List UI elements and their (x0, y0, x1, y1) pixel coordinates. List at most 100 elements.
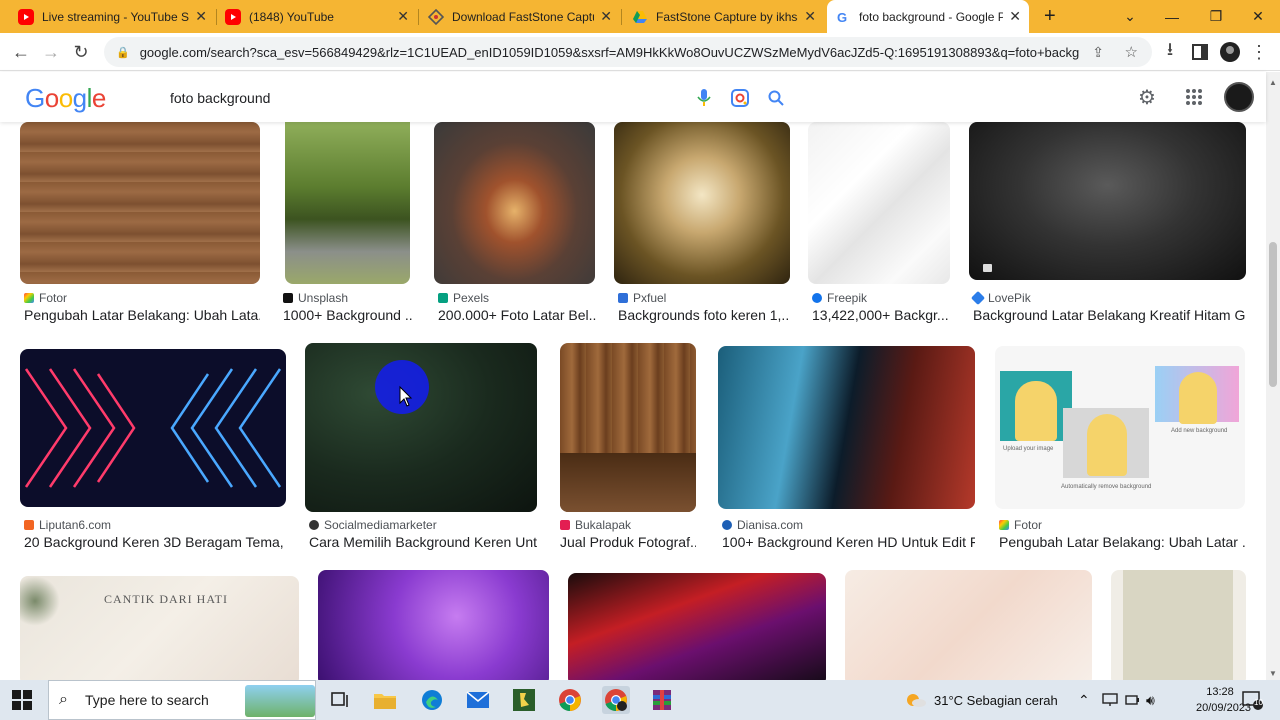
battery-icon[interactable] (1124, 680, 1140, 720)
liputan6-icon (24, 520, 34, 530)
result-caption[interactable]: Cara Memilih Background Keren Unt... (309, 534, 537, 550)
result-source[interactable]: Freepik (827, 291, 867, 305)
close-tab-icon[interactable]: ✕ (397, 8, 409, 25)
tray-chevron-icon[interactable]: ⌃ (1078, 680, 1090, 720)
result-caption[interactable]: Background Latar Belakang Kreatif Hitam … (973, 307, 1246, 323)
result-source[interactable]: Pxfuel (633, 291, 666, 305)
result-thumbnail[interactable] (285, 122, 410, 284)
system-clock[interactable]: 13:28 20/09/2023 (1196, 684, 1251, 716)
result-caption[interactable]: Backgrounds foto keren 1,... (618, 307, 788, 323)
network-icon[interactable] (1102, 680, 1118, 720)
share-icon[interactable]: ⇪ (1092, 44, 1104, 61)
tab-faststone-drive[interactable]: FastStone Capture by ikhsan ✕ (624, 0, 824, 33)
result-caption[interactable]: Jual Produk Fotograf... (560, 534, 696, 550)
google-logo[interactable]: Google (25, 83, 106, 114)
notification-center-icon[interactable]: 10 (1242, 680, 1264, 720)
forward-arrow-icon[interactable]: → (36, 37, 66, 67)
tab-youtube[interactable]: (1848) YouTube ✕ (217, 0, 417, 33)
result-caption[interactable]: 20 Background Keren 3D Beragam Tema, ... (24, 534, 286, 550)
scroll-down-icon[interactable]: ▼ (1269, 669, 1277, 678)
account-avatar[interactable] (1224, 82, 1254, 112)
browser-toolbar: ← → ↻ 🔒 google.com/search?sca_esv=566849… (0, 33, 1280, 71)
tab-strip: Live streaming - YouTube Stu ✕ (1848) Yo… (0, 0, 1280, 33)
volume-icon[interactable]: 🔊︎ (1146, 680, 1155, 720)
result-source[interactable]: LovePik (988, 291, 1031, 305)
result-thumbnail[interactable] (434, 122, 595, 284)
address-bar[interactable]: 🔒 google.com/search?sca_esv=566849429&rl… (104, 37, 1152, 67)
weather-widget[interactable]: 31°C Sebagian cerah (904, 680, 1058, 720)
result-caption[interactable]: 200.000+ Foto Latar Bel... (438, 307, 596, 323)
result-source[interactable]: Fotor (1014, 518, 1042, 532)
tab-search-icon[interactable]: ⌄ (1110, 0, 1150, 33)
microphone-icon[interactable] (690, 84, 718, 112)
result-thumbnail[interactable] (568, 573, 826, 680)
result-thumbnail[interactable] (614, 122, 790, 284)
result-source[interactable]: Socialmediamarketer (324, 518, 437, 532)
tab-download-faststone[interactable]: Download FastStone Capture ✕ (420, 0, 620, 33)
reload-icon[interactable]: ↻ (66, 37, 96, 67)
file-explorer-icon[interactable] (371, 686, 399, 714)
result-thumbnail[interactable]: Upload your image Add new background Aut… (995, 346, 1245, 509)
result-caption[interactable]: Pengubah Latar Belakang: Ubah Latar ... (999, 534, 1245, 550)
result-thumbnail[interactable] (969, 122, 1246, 280)
result-thumbnail[interactable] (318, 570, 549, 680)
result-caption[interactable]: Pengubah Latar Belakang: Ubah Lata... (24, 307, 260, 323)
bookmark-star-icon[interactable]: ☆ (1125, 43, 1138, 61)
side-panel-icon[interactable] (1185, 37, 1215, 67)
windows-start-icon[interactable] (12, 690, 32, 710)
apps-grid-icon[interactable] (1182, 85, 1206, 109)
result-caption[interactable]: 100+ Background Keren HD Untuk Edit F... (722, 534, 975, 550)
result-source[interactable]: Unsplash (298, 291, 348, 305)
download-icon[interactable]: ⭳ (1155, 37, 1185, 67)
result-thumbnail[interactable]: CANTIK DARI HATI (20, 576, 299, 680)
task-view-icon[interactable] (325, 686, 353, 714)
result-caption[interactable]: 1000+ Background ... (283, 307, 413, 323)
taskbar-search[interactable]: ⌕ Type here to search (48, 680, 316, 720)
result-thumbnail[interactable] (560, 343, 696, 512)
close-tab-icon[interactable]: ✕ (195, 8, 207, 25)
back-arrow-icon[interactable]: ← (6, 37, 36, 67)
result-thumbnail[interactable] (808, 122, 950, 284)
search-icon: ⌕ (59, 691, 68, 708)
winrar-icon[interactable] (648, 686, 676, 714)
image-results-grid: Fotor Pengubah Latar Belakang: Ubah Lata… (0, 122, 1266, 680)
search-box[interactable]: foto background (152, 80, 798, 116)
mail-icon[interactable] (464, 686, 492, 714)
edge-browser-icon[interactable] (418, 686, 446, 714)
tab-google-search[interactable]: G foto background - Google Pe ✕ (827, 0, 1029, 33)
menu-kebab-icon[interactable]: ⋮ (1244, 37, 1274, 67)
page-scrollbar[interactable]: ▲ ▼ (1266, 72, 1280, 680)
result-thumbnail[interactable] (20, 122, 260, 284)
settings-gear-icon[interactable]: ⚙ (1135, 85, 1159, 109)
result-thumbnail[interactable] (845, 570, 1092, 680)
chrome-icon[interactable] (556, 686, 584, 714)
result-source[interactable]: Dianisa.com (737, 518, 803, 532)
close-window-button[interactable]: ✕ (1238, 0, 1278, 33)
result-source[interactable]: Liputan6.com (39, 518, 111, 532)
result-source[interactable]: Pexels (453, 291, 489, 305)
drive-icon (632, 9, 648, 25)
restore-button[interactable]: ❐ (1196, 0, 1236, 33)
result-thumbnail[interactable] (1111, 570, 1246, 680)
scroll-thumb[interactable] (1269, 242, 1277, 387)
new-tab-button[interactable]: + (1036, 0, 1064, 33)
close-tab-icon[interactable]: ✕ (600, 8, 612, 25)
url-text[interactable]: google.com/search?sca_esv=566849429&rlz=… (140, 45, 1080, 60)
result-thumbnail[interactable] (718, 346, 975, 509)
dianisa-icon (722, 520, 732, 530)
tab-live-streaming[interactable]: Live streaming - YouTube Stu ✕ (10, 0, 215, 33)
chrome-active-icon[interactable] (602, 686, 630, 714)
scroll-up-icon[interactable]: ▲ (1269, 78, 1277, 87)
game-app-icon[interactable] (510, 686, 538, 714)
result-caption[interactable]: 13,422,000+ Backgr... (812, 307, 952, 323)
result-thumbnail[interactable] (20, 349, 286, 507)
search-input[interactable]: foto background (170, 90, 690, 106)
close-tab-icon[interactable]: ✕ (804, 8, 816, 25)
search-icon[interactable] (762, 84, 790, 112)
minimize-button[interactable]: — (1152, 0, 1192, 33)
lens-camera-icon[interactable] (726, 84, 754, 112)
profile-avatar[interactable] (1215, 37, 1245, 67)
result-source[interactable]: Bukalapak (575, 518, 631, 532)
close-tab-icon[interactable]: ✕ (1009, 8, 1021, 25)
result-source[interactable]: Fotor (39, 291, 67, 305)
